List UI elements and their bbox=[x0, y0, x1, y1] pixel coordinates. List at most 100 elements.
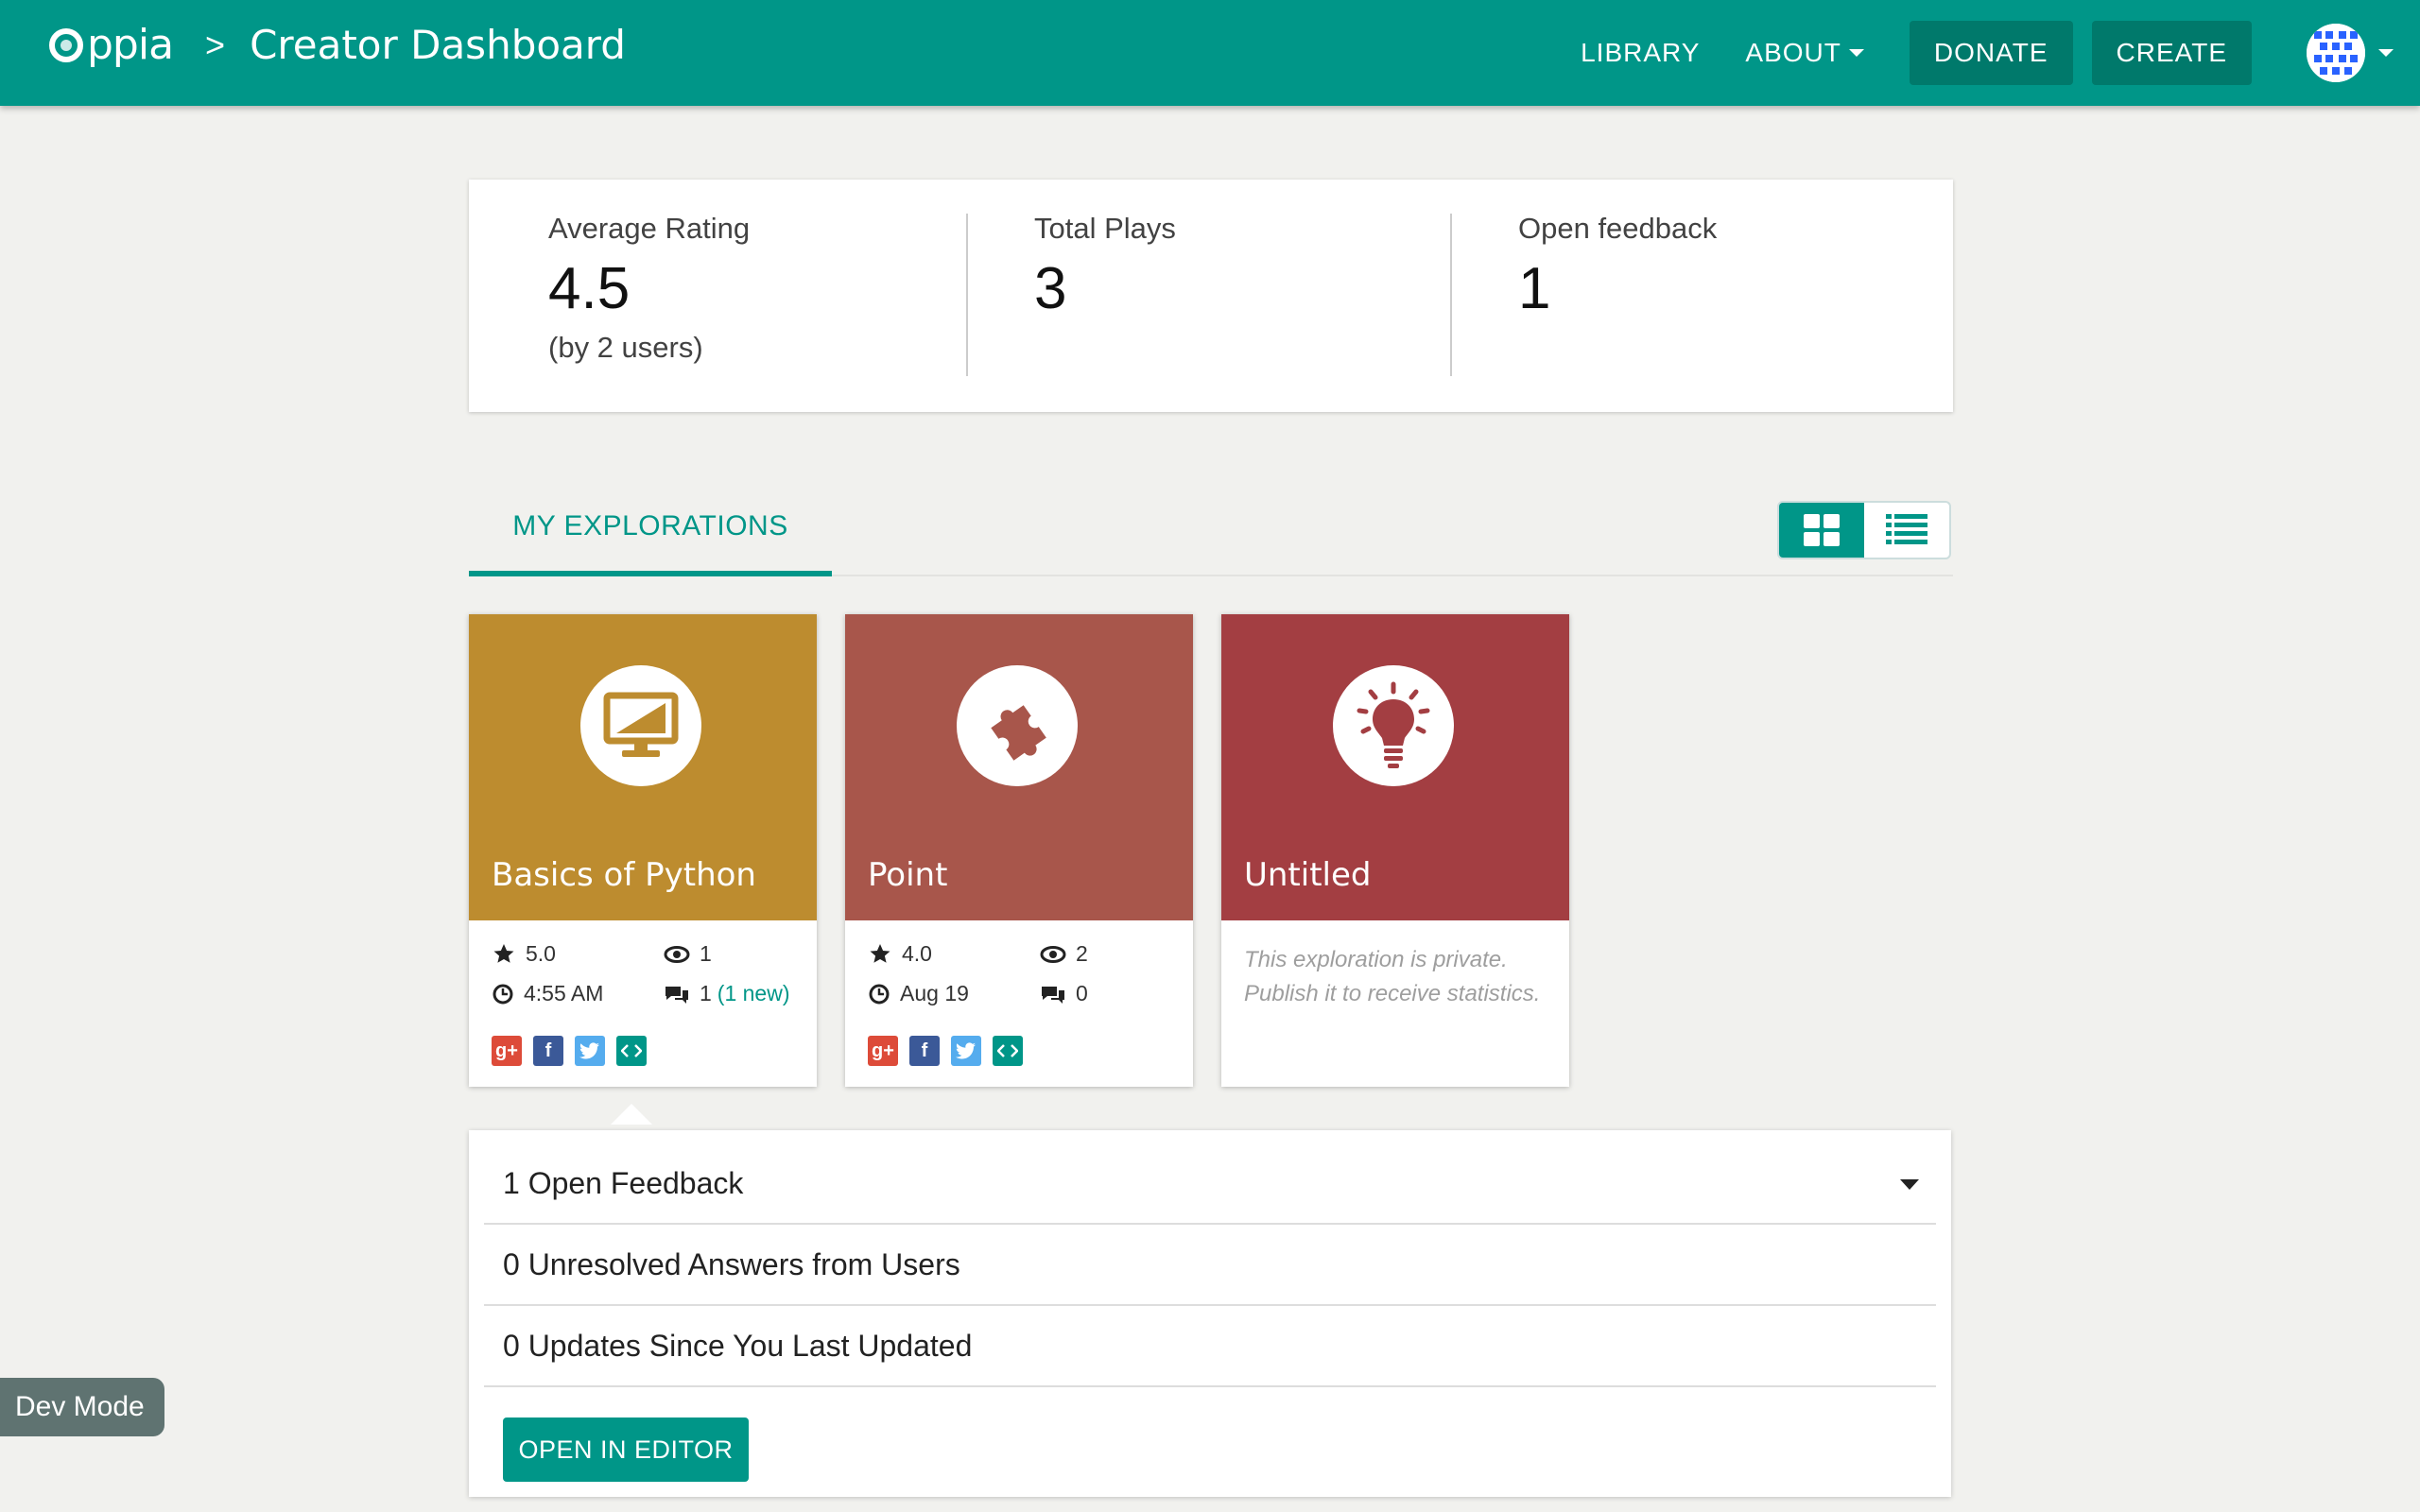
thumbnail-icon bbox=[1333, 665, 1454, 786]
embed-code-icon[interactable] bbox=[616, 1036, 647, 1066]
rating-stat: 4.0 bbox=[868, 941, 932, 967]
view-toggle bbox=[1777, 501, 1951, 559]
star-icon bbox=[870, 943, 890, 963]
views-value: 2 bbox=[1076, 941, 1088, 966]
thumbnail-icon bbox=[580, 665, 701, 786]
share-links: g+ f bbox=[492, 1036, 658, 1066]
comments-icon bbox=[666, 986, 688, 1004]
google-plus-icon[interactable]: g+ bbox=[492, 1036, 522, 1066]
donate-label: DONATE bbox=[1933, 38, 2048, 67]
card-thumbnail: Basics of Python bbox=[469, 614, 817, 920]
updated-stat: Aug 19 bbox=[868, 981, 969, 1006]
caret-down-icon[interactable] bbox=[1900, 1179, 1919, 1190]
views-stat: 1 bbox=[664, 941, 712, 967]
twitter-icon[interactable] bbox=[951, 1036, 981, 1066]
stat-sub: (by 2 users) bbox=[548, 331, 703, 364]
stat-value: 3 bbox=[1034, 256, 1067, 321]
card-title: Basics of Python bbox=[492, 856, 756, 894]
top-navbar: ppia > Creator Dashboard LIBRARY ABOUT D… bbox=[0, 0, 2420, 106]
card-thumbnail: Point bbox=[845, 614, 1193, 920]
exploration-card-point[interactable]: Point 4.0 2 Aug 19 0 g+ f bbox=[845, 614, 1193, 1087]
rating-stat: 5.0 bbox=[492, 941, 556, 967]
nav-library-link[interactable]: LIBRARY bbox=[1581, 38, 1700, 68]
nav-library-label: LIBRARY bbox=[1581, 38, 1701, 67]
avatar-identicon bbox=[2307, 24, 2365, 82]
updated-value: Aug 19 bbox=[900, 981, 969, 1005]
oppia-logo-icon bbox=[49, 27, 83, 62]
stat-label: Total Plays bbox=[1034, 212, 1176, 245]
eye-icon bbox=[1040, 945, 1066, 963]
card-title: Point bbox=[868, 856, 948, 894]
grid-view-icon bbox=[1804, 514, 1840, 546]
feedback-stat: 0 bbox=[1040, 981, 1088, 1006]
donate-button[interactable]: DONATE bbox=[1909, 21, 2073, 85]
dev-mode-badge: Dev Mode bbox=[0, 1378, 164, 1436]
updates-row[interactable]: 0 Updates Since You Last Updated bbox=[484, 1306, 1936, 1387]
rating-value: 5.0 bbox=[526, 941, 556, 966]
stat-open-feedback: Open feedback 1 bbox=[1518, 180, 1915, 412]
nav-about-dropdown[interactable]: ABOUT bbox=[1745, 38, 1864, 68]
stats-summary-card: Average Rating 4.5 (by 2 users) Total Pl… bbox=[469, 180, 1953, 412]
updates-text: 0 Updates Since You Last Updated bbox=[503, 1328, 973, 1363]
grid-view-button[interactable] bbox=[1779, 503, 1864, 558]
unresolved-answers-text: 0 Unresolved Answers from Users bbox=[503, 1246, 960, 1281]
page-title: Creator Dashboard bbox=[250, 22, 626, 68]
updated-stat: 4:55 AM bbox=[492, 981, 603, 1006]
stat-total-plays: Total Plays 3 bbox=[1034, 180, 1431, 412]
facebook-icon[interactable]: f bbox=[533, 1036, 563, 1066]
tab-my-explorations[interactable]: MY EXPLORATIONS bbox=[469, 482, 832, 576]
facebook-icon[interactable]: f bbox=[909, 1036, 940, 1066]
stat-average-rating: Average Rating 4.5 (by 2 users) bbox=[548, 180, 945, 412]
logo-text: ppia bbox=[87, 21, 174, 69]
exploration-card-basics-of-python[interactable]: Basics of Python 5.0 1 4:55 AM 1 (1 new)… bbox=[469, 614, 817, 1087]
rating-value: 4.0 bbox=[902, 941, 932, 966]
stat-label: Open feedback bbox=[1518, 212, 1718, 245]
divider bbox=[966, 214, 968, 376]
puzzle-icon bbox=[991, 705, 1046, 761]
private-exploration-note: This exploration is private. Publish it … bbox=[1244, 947, 1541, 1006]
card-title: Untitled bbox=[1244, 856, 1372, 894]
eye-icon bbox=[664, 945, 690, 963]
breadcrumb-separator: > bbox=[205, 25, 226, 64]
nav-menu: LIBRARY ABOUT DONATE CREATE bbox=[1581, 0, 2420, 106]
list-view-button[interactable] bbox=[1864, 503, 1949, 558]
nav-about-label: ABOUT bbox=[1745, 38, 1841, 67]
divider bbox=[1450, 214, 1452, 376]
feedback-new-count[interactable]: (1 new) bbox=[717, 981, 790, 1006]
create-button[interactable]: CREATE bbox=[2091, 21, 2252, 85]
views-stat: 2 bbox=[1040, 941, 1088, 967]
tabs-bar: MY EXPLORATIONS bbox=[469, 482, 1953, 576]
user-menu[interactable] bbox=[2307, 24, 2394, 82]
open-feedback-row[interactable]: 1 Open Feedback bbox=[484, 1143, 1936, 1225]
stat-value: 4.5 bbox=[548, 256, 631, 321]
feedback-value: 1 bbox=[700, 981, 712, 1005]
feedback-stat: 1 (1 new) bbox=[664, 981, 790, 1006]
embed-code-icon[interactable] bbox=[993, 1036, 1023, 1066]
panel-pointer bbox=[611, 1104, 652, 1125]
list-view-icon bbox=[1886, 514, 1927, 544]
unresolved-answers-row[interactable]: 0 Unresolved Answers from Users bbox=[484, 1225, 1936, 1306]
updated-value: 4:55 AM bbox=[524, 981, 604, 1005]
exploration-feedback-panel: 1 Open Feedback 0 Unresolved Answers fro… bbox=[469, 1130, 1951, 1497]
share-links: g+ f bbox=[868, 1036, 1034, 1066]
avatar[interactable] bbox=[2307, 24, 2365, 82]
stat-value: 1 bbox=[1518, 256, 1551, 321]
clock-icon bbox=[869, 984, 890, 1004]
create-label: CREATE bbox=[2116, 38, 2227, 67]
twitter-icon[interactable] bbox=[575, 1036, 605, 1066]
monitor-icon bbox=[603, 692, 679, 757]
views-value: 1 bbox=[700, 941, 712, 966]
feedback-value: 0 bbox=[1076, 981, 1088, 1005]
oppia-logo[interactable]: ppia bbox=[49, 21, 174, 69]
stat-label: Average Rating bbox=[548, 212, 751, 245]
card-thumbnail: Untitled bbox=[1221, 614, 1569, 920]
star-icon bbox=[493, 943, 514, 963]
google-plus-icon[interactable]: g+ bbox=[868, 1036, 898, 1066]
open-in-editor-button[interactable]: OPEN IN EDITOR bbox=[503, 1418, 749, 1482]
lightbulb-icon bbox=[1357, 681, 1430, 768]
chevron-down-icon bbox=[1848, 49, 1864, 57]
open-feedback-text: 1 Open Feedback bbox=[503, 1165, 744, 1200]
exploration-card-untitled[interactable]: Untitled This exploration is private. Pu… bbox=[1221, 614, 1569, 1087]
clock-icon bbox=[493, 984, 513, 1004]
comments-icon bbox=[1042, 986, 1064, 1004]
